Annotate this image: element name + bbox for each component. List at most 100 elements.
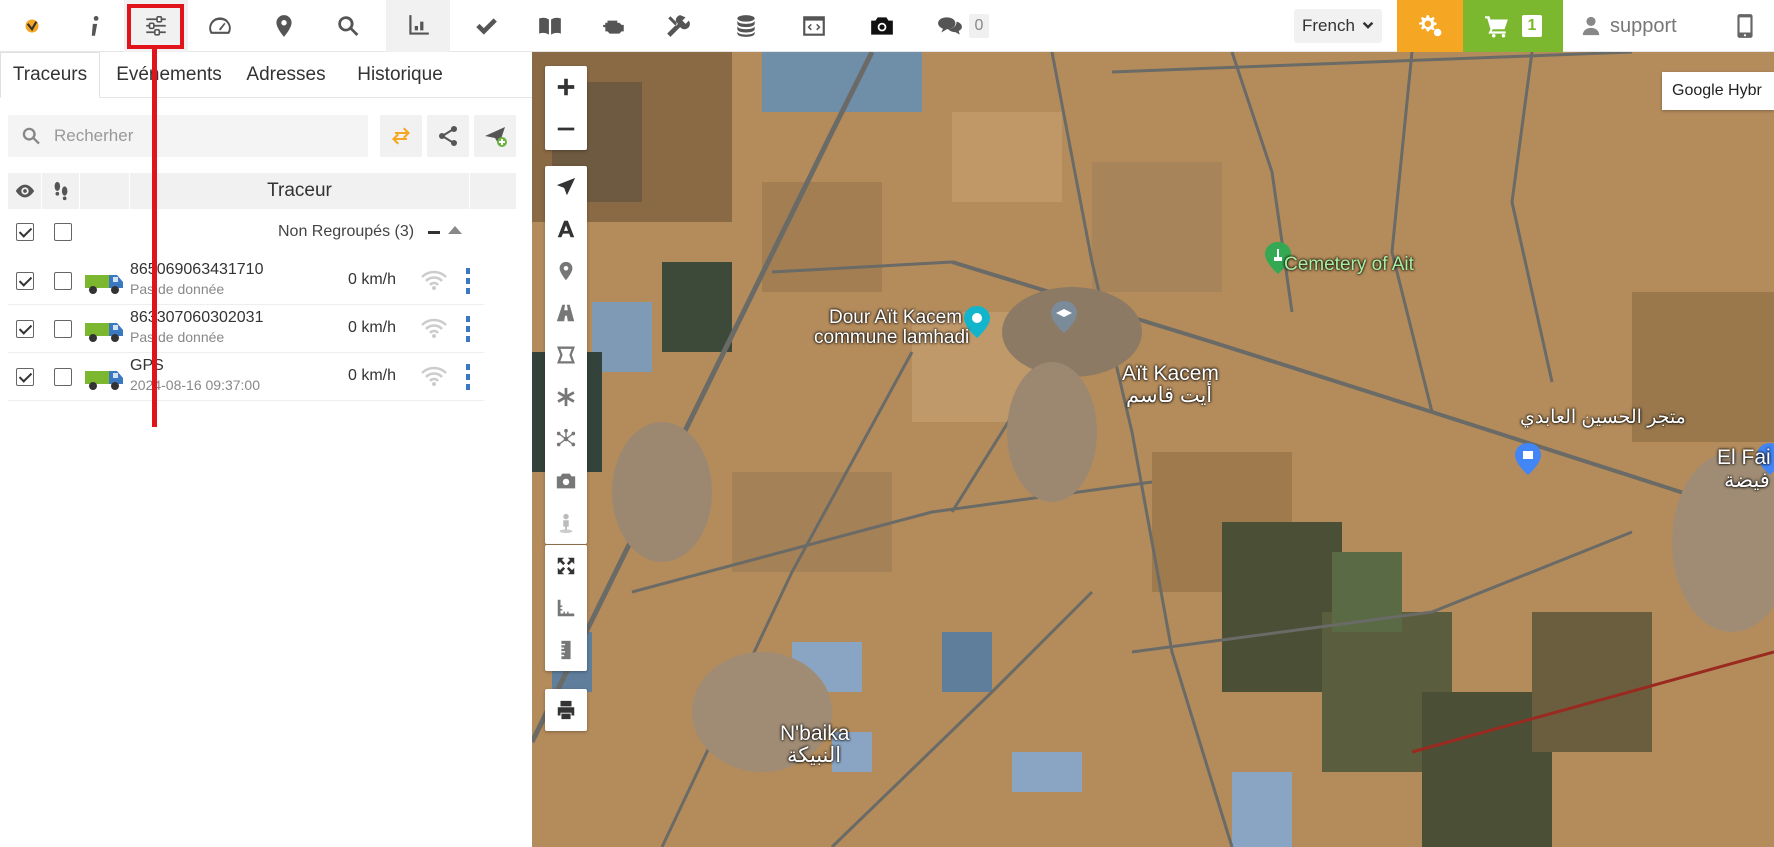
map-type-selector[interactable]: Google Hybr [1662, 72, 1774, 110]
refresh-button[interactable] [380, 115, 422, 157]
tracker-row[interactable]: 863307060302031 Pas de donnée 0 km/h [8, 305, 484, 353]
tracker-status: Pas de donnée [130, 281, 225, 297]
zoom-controls [545, 66, 587, 150]
more-vertical-icon[interactable] [463, 267, 473, 295]
tracker-status: Pas de donnée [130, 329, 225, 345]
ruler-angle-icon[interactable] [545, 587, 587, 629]
map-label-ait-kacem: Aït Kacem [1122, 362, 1219, 385]
network-tool-icon[interactable] [545, 418, 587, 460]
info-icon[interactable] [63, 0, 127, 52]
more-vertical-icon[interactable] [463, 315, 473, 343]
tracker-row[interactable]: 865069063431710 Pas de donnée 0 km/h [8, 257, 484, 305]
group-trail-checkbox[interactable] [54, 223, 72, 241]
camera-icon[interactable] [850, 0, 914, 52]
map-label-shop: متجر الحسين العابدي [1520, 407, 1686, 428]
tracker-name[interactable]: 865069063431710 [130, 261, 263, 279]
annotation-highlight-box [127, 4, 184, 49]
tracker-column-header[interactable]: Traceur [130, 173, 470, 209]
tab-historique[interactable]: Historique [340, 52, 460, 98]
tracker-speed: 0 km/h [348, 319, 397, 336]
map-label-el-fai-ar: فيضة [1724, 469, 1770, 492]
cart-button[interactable]: 1 [1463, 0, 1563, 52]
tracker-visible-checkbox[interactable] [16, 320, 34, 338]
tracker-name[interactable]: 863307060302031 [130, 309, 263, 327]
annotation-pointer-line [152, 49, 157, 427]
user-name: support [1610, 14, 1677, 37]
tracker-visible-checkbox[interactable] [16, 368, 34, 386]
book-icon[interactable] [518, 0, 582, 52]
search-input[interactable] [52, 125, 352, 147]
print-icon[interactable] [545, 689, 587, 731]
checkmark-icon[interactable] [454, 0, 518, 52]
group-visible-checkbox[interactable] [16, 223, 34, 241]
chart-axes-icon[interactable] [386, 0, 450, 52]
add-tracker-button[interactable] [474, 115, 516, 157]
footprints-icon[interactable] [42, 173, 80, 209]
tracker-name[interactable]: GPS [130, 357, 164, 375]
zoom-search-icon[interactable] [316, 0, 380, 52]
fullscreen-icon[interactable] [545, 545, 587, 587]
navigate-arrow-icon[interactable] [545, 166, 587, 208]
ruler-icon[interactable] [545, 629, 587, 671]
road-tool-icon[interactable] [545, 292, 587, 334]
top-toolbar: 0 French 1 support [0, 0, 1774, 52]
tracker-trail-checkbox[interactable] [54, 272, 72, 290]
cart-icon [1484, 16, 1508, 38]
header-spacer [80, 173, 130, 209]
table-header: Traceur [8, 173, 516, 209]
send-add-icon [485, 127, 507, 147]
collapse-minus-icon[interactable] [428, 231, 440, 234]
cart-count-badge: 1 [1521, 15, 1543, 37]
truck-icon [85, 275, 123, 294]
tracker-row[interactable]: GPS 2024-08-16 09:37:00 0 km/h [8, 353, 484, 401]
asterisk-tool-icon[interactable] [545, 376, 587, 418]
tools-icon[interactable] [646, 0, 710, 52]
tracker-trail-checkbox[interactable] [54, 368, 72, 386]
settings-gear-button[interactable] [1397, 0, 1463, 52]
map-label-nbaika: N'baika [780, 722, 850, 745]
visibility-eye-icon[interactable] [8, 173, 42, 209]
tracker-visible-checkbox[interactable] [16, 272, 34, 290]
signal-wifi-icon [421, 366, 447, 386]
zoom-out-button[interactable] [545, 108, 587, 150]
speedometer-icon[interactable] [188, 0, 252, 52]
chevron-down-icon [1362, 21, 1374, 29]
truck-icon [85, 371, 123, 390]
gears-icon [1419, 15, 1442, 37]
map-pin-icon[interactable] [252, 0, 316, 52]
search-icon [22, 127, 40, 145]
code-window-icon[interactable] [782, 0, 846, 52]
tracker-trail-checkbox[interactable] [54, 320, 72, 338]
street-view-icon[interactable] [545, 502, 587, 544]
tab-traceurs[interactable]: Traceurs [0, 52, 100, 98]
camera-tool-icon[interactable] [545, 460, 587, 502]
text-tool-icon[interactable] [545, 208, 587, 250]
group-label: Non Regroupés (3) [278, 223, 415, 240]
user-menu[interactable]: support [1580, 0, 1677, 52]
map-view[interactable]: Cemetery of Ait Dour Aït Kacem commune l… [532, 52, 1774, 847]
engine-icon[interactable] [582, 0, 646, 52]
share-button[interactable] [427, 115, 469, 157]
tracker-speed: 0 km/h [348, 367, 397, 384]
tab-evenements[interactable]: Evénements [104, 52, 234, 98]
logo-icon[interactable] [0, 0, 64, 52]
more-vertical-icon[interactable] [463, 363, 473, 391]
refresh-arrows-icon [392, 127, 410, 145]
signal-wifi-icon [421, 270, 447, 290]
caret-up-icon[interactable] [448, 225, 462, 235]
search-box [8, 115, 368, 157]
database-icon[interactable] [714, 0, 778, 52]
mobile-phone-icon[interactable] [1720, 0, 1770, 52]
language-select[interactable]: French [1294, 9, 1382, 43]
map-label-el-fai: El Fai [1717, 446, 1771, 469]
tab-adresses[interactable]: Adresses [236, 52, 336, 98]
map-label-nbaika-ar: النبيكة [787, 744, 842, 767]
chat-count-badge: 0 [969, 14, 989, 38]
group-row: Non Regroupés (3) [8, 214, 516, 250]
share-icon [439, 126, 457, 146]
tracker-status: 2024-08-16 09:37:00 [130, 377, 260, 393]
polygon-tool-icon[interactable] [545, 334, 587, 376]
pin-tool-icon[interactable] [545, 250, 587, 292]
zoom-in-button[interactable] [545, 66, 587, 108]
trackers-panel: Traceurs Evénements Adresses Historique … [0, 52, 540, 847]
